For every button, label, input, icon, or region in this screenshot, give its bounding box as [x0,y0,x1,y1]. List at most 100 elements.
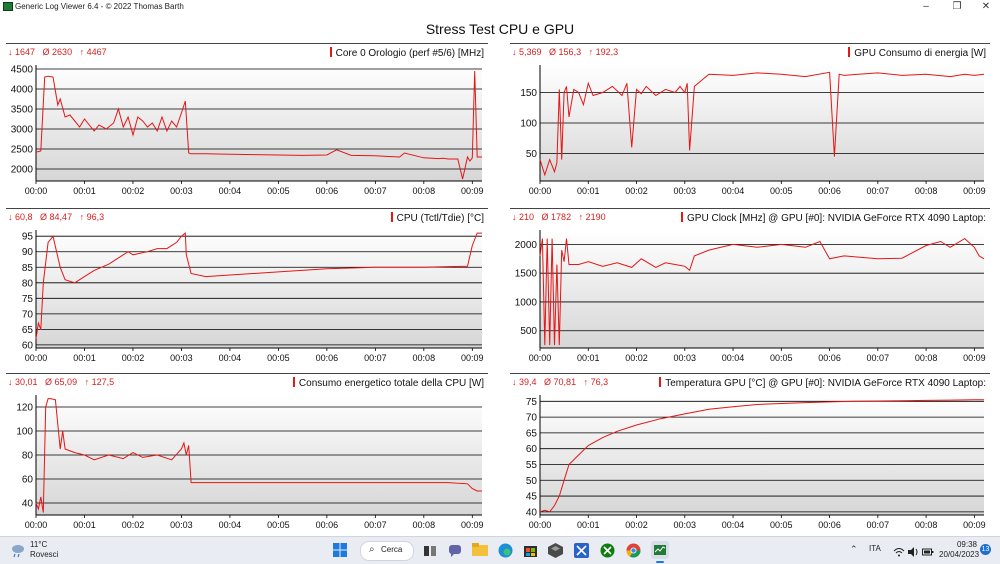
x-tick-label: 00:07 [364,353,387,363]
task-view-icon[interactable] [424,544,436,556]
x-tick-label: 00:08 [413,353,436,363]
cloud-rain-icon[interactable] [10,542,26,558]
speaker-icon[interactable] [908,544,919,557]
panel-title: GPU Consumo di energia [W] [848,47,986,59]
stat-max: ↑ 2190 [578,212,606,222]
y-tick-label: 65 [526,428,538,439]
chart-panel-cpu-power: ↓ 30,01 Ø 65,09 ↑ 127,5 Consumo energeti… [6,373,488,533]
x-tick-label: 00:05 [267,520,290,530]
window-title: Generic Log Viewer 6.4 - © 2022 Thomas B… [15,2,184,11]
chart-cpu-power[interactable]: 40 60 80 100 120 00:00 00:01 00:02 00:03 00:04 00:… [6,391,488,533]
y-tick-label: 40 [526,507,538,518]
x-tick-label: 00:05 [770,520,793,530]
chart-cpu-temp[interactable]: 60 65 70 75 80 85 90 95 00:00 00:01 00:02 00:03 00:0… [6,226,488,366]
y-tick-label: 40 [22,499,34,510]
log-viewer-icon [654,545,666,555]
series-color-marker [659,377,662,387]
x-tick-label: 00:05 [267,353,290,363]
terminal-icon[interactable] [548,543,563,558]
x-tick-label: 00:03 [170,353,193,363]
panel-title: GPU Clock [MHz] @ GPU [#0]: NVIDIA GeFor… [681,212,986,224]
x-tick-label: 00:09 [963,353,986,363]
minimize-button[interactable]: – [912,0,940,14]
chart-gpu-temp[interactable]: 40 45 50 55 60 65 70 75 00:00 00:01 00:02 00:03 00:0… [510,391,990,533]
chart-gpu-clock[interactable]: 500 1000 1500 2000 00:00 00:01 00:02 00:03 00:04… [510,226,990,366]
x-tick-label: 00:00 [25,353,48,363]
x-tick-label: 00:08 [915,353,938,363]
clock-date: 20/04/2023 [939,550,980,559]
y-tick-label: 2500 [11,145,34,156]
chart-cpu-clock[interactable]: 2000 2500 3000 3500 4000 4500 00:00 00:01 00:02 0… [6,61,488,199]
y-tick-label: 80 [22,451,34,462]
language-indicator[interactable]: ITA [869,544,881,553]
x-tick-label: 00:08 [413,520,436,530]
notification-badge[interactable]: 13 [980,544,991,555]
clock[interactable]: 09:38 20/04/2023 [939,540,980,560]
stat-max: ↑ 4467 [79,47,107,57]
y-tick-label: 70 [22,309,34,320]
weather-desc: Rovesci [30,550,59,559]
chrome-icon[interactable] [626,543,641,558]
panel-title-text: GPU Clock [MHz] @ GPU [#0]: NVIDIA GeFor… [687,213,986,224]
x-tick-label: 00:04 [219,353,242,363]
x-tick-label: 00:00 [25,520,48,530]
x-tick-label: 00:05 [267,186,290,196]
xbox-icon[interactable] [574,543,589,558]
search-icon: ⌕ [369,544,375,555]
y-tick-label: 95 [22,232,34,243]
chart-gpu-power[interactable]: 50 100 150 00:00 00:01 00:02 00:03 00:04 00:05 00… [510,61,990,199]
x-tick-label: 00:01 [577,353,600,363]
x-tick-label: 00:05 [770,186,793,196]
windows-start-icon[interactable] [333,543,347,557]
x-tick-label: 00:04 [219,520,242,530]
y-tick-label: 3000 [11,125,34,136]
panel-title-text: Core 0 Orologio (perf #5/6) [MHz] [335,48,484,59]
file-explorer-icon[interactable] [472,543,488,557]
chart-panel-gpu-temp: ↓ 39,4 Ø 70,81 ↑ 76,3 Temperatura GPU [°… [510,373,990,533]
x-tick-label: 00:02 [122,520,145,530]
x-tick-label: 00:07 [867,520,890,530]
teams-chat-icon[interactable] [448,543,462,557]
x-tick-label: 00:03 [674,520,697,530]
window-titlebar: Generic Log Viewer 6.4 - © 2022 Thomas B… [0,0,1000,14]
x-tick-label: 00:03 [170,186,193,196]
y-tick-label: 90 [22,247,34,258]
store-icon[interactable] [523,543,538,558]
close-button[interactable]: ✕ [972,0,1000,14]
panel-title: Core 0 Orologio (perf #5/6) [MHz] [329,47,484,59]
maximize-button[interactable]: ❐ [943,0,971,14]
x-tick-label: 00:04 [722,520,745,530]
y-tick-label: 2000 [11,165,34,176]
weather-widget[interactable]: 11°C Rovesci [30,540,58,560]
clock-time: 09:38 [956,540,977,549]
panel-header: ↓ 60,8 Ø 84,47 ↑ 96,3 CPU (Tctl/Tdie) [°… [6,208,488,227]
plot-area [540,395,984,515]
xbox-game-icon[interactable] [600,543,615,558]
panel-title-text: Temperatura GPU [°C] @ GPU [#0]: NVIDIA … [665,378,986,389]
panel-title: CPU (Tctl/Tdie) [°C] [390,212,484,224]
x-tick-label: 00:06 [818,520,841,530]
edge-icon[interactable] [498,543,513,558]
stat-min: ↓ 30,01 [8,377,38,387]
battery-icon[interactable] [922,544,934,556]
x-tick-label: 00:09 [963,520,986,530]
series-color-marker [292,377,295,387]
chart-panel-cpu-clock: ↓ 1647 Ø 2630 ↑ 4467 Core 0 Orologio (pe… [6,43,488,199]
chevron-up-icon[interactable]: ⌃ [850,544,858,555]
log-viewer-taskbar-button[interactable] [651,541,669,563]
x-tick-label: 00:07 [364,520,387,530]
panel-header: ↓ 210 Ø 1782 ↑ 2190 GPU Clock [MHz] @ GP… [510,208,990,227]
y-tick-label: 45 [526,492,538,503]
panel-title: Temperatura GPU [°C] @ GPU [#0]: NVIDIA … [659,377,986,389]
y-tick-label: 1000 [515,297,538,308]
weather-temp: 11°C [30,540,48,549]
x-tick-label: 00:03 [674,186,697,196]
wifi-icon[interactable] [893,544,905,557]
x-tick-label: 00:06 [818,353,841,363]
x-tick-label: 00:09 [963,186,986,196]
x-tick-label: 00:07 [364,186,387,196]
x-tick-label: 00:08 [915,520,938,530]
taskbar-search-box[interactable]: ⌕ Cerca [360,541,414,561]
panel-stats: ↓ 30,01 Ø 65,09 ↑ 127,5 [8,377,114,387]
chart-panel-gpu-power: ↓ 5,369 Ø 156,3 ↑ 192,3 GPU Consumo di e… [510,43,990,199]
